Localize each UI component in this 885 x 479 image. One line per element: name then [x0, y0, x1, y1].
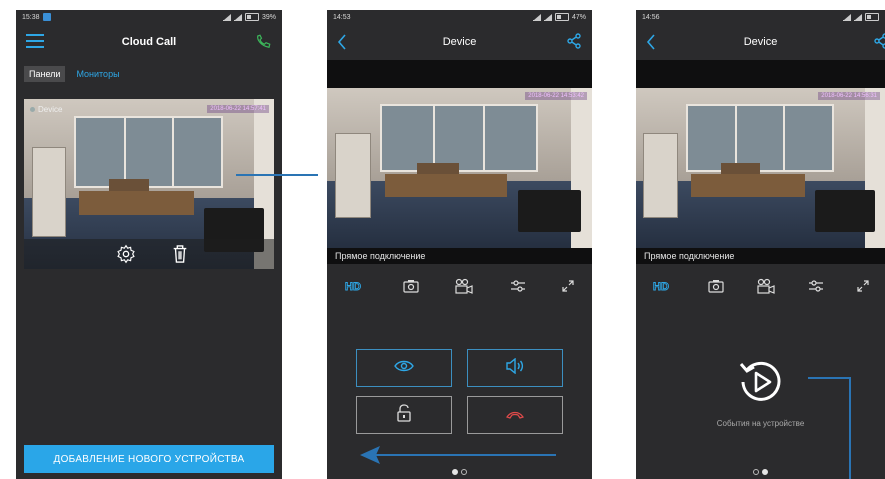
video-controls: HD	[636, 273, 885, 299]
device-card[interactable]: Device 2018-06-22 14:57:41	[24, 99, 274, 269]
device-name-label: Device	[30, 105, 62, 114]
app-header: Device	[327, 24, 592, 60]
device-events-section[interactable]: События на устройстве	[636, 356, 885, 428]
settings-slider-icon[interactable]	[808, 279, 824, 293]
battery-level: 47%	[571, 13, 586, 21]
unlock-button[interactable]	[356, 396, 452, 434]
phone-screen-device-events: 14:56 Device 2018-06-22 14:56:31 Прямое …	[636, 10, 885, 479]
card-action-bar	[24, 239, 274, 269]
page-indicator	[636, 469, 885, 475]
eye-icon	[394, 359, 414, 377]
status-time: 15:38	[22, 13, 40, 21]
svg-text:HD: HD	[653, 281, 669, 292]
page-dot-1[interactable]	[452, 469, 458, 475]
live-connection-label: Прямое подключение	[644, 251, 735, 261]
svg-text:HD: HD	[345, 281, 361, 292]
tab-monitors[interactable]: Мониторы	[71, 66, 124, 82]
fullscreen-icon[interactable]	[562, 280, 574, 292]
gear-icon[interactable]	[116, 244, 136, 269]
status-bar: 14:53 47%	[327, 10, 592, 24]
battery-icon	[865, 13, 879, 21]
cell-signal-icon	[233, 13, 242, 21]
video-top-band	[327, 60, 592, 88]
tab-panels[interactable]: Панели	[24, 66, 66, 82]
call-icon[interactable]	[254, 33, 272, 54]
page-dot-2[interactable]	[762, 469, 768, 475]
snapshot-icon[interactable]	[403, 279, 419, 293]
status-time: 14:53	[333, 13, 351, 21]
video-controls: HD	[327, 273, 592, 299]
video-timestamp: 2018-06-22 14:57:41	[207, 105, 269, 113]
menu-icon[interactable]	[26, 34, 44, 51]
hd-icon[interactable]: HD	[653, 280, 675, 292]
video-timestamp: 2018-06-22 14:53:42	[525, 92, 587, 100]
page-dot-2[interactable]	[461, 469, 467, 475]
trash-icon[interactable]	[171, 244, 189, 269]
live-video-image	[327, 88, 592, 248]
snapshot-icon[interactable]	[707, 279, 724, 293]
status-bar: 14:56	[636, 10, 885, 24]
page-title: Device	[743, 36, 778, 48]
share-icon[interactable]	[873, 33, 885, 52]
page-dot-1[interactable]	[753, 469, 759, 475]
cell-signal-icon	[854, 13, 862, 21]
view-tabs: Панели Мониторы	[16, 64, 282, 84]
page-indicator	[327, 469, 592, 475]
phone-screen-device-view: 14:53 47% Device 2018-06-22 14:53:42 Пря…	[327, 10, 592, 479]
battery-icon	[244, 13, 259, 21]
live-connection-label: Прямое подключение	[335, 251, 426, 261]
status-bar: 15:38 39%	[16, 10, 282, 24]
add-device-button[interactable]: ДОБАВЛЕНИЕ НОВОГО УСТРОЙСТВА	[24, 445, 274, 473]
end-call-icon	[506, 406, 524, 424]
unlock-icon	[397, 403, 411, 427]
phone-screen-device-list: 15:38 39% Cloud Call Панели Мониторы Dev…	[16, 10, 282, 479]
video-top-band	[636, 60, 885, 88]
app-header: Cloud Call	[16, 24, 282, 60]
fullscreen-icon[interactable]	[856, 280, 869, 292]
cell-signal-icon	[543, 13, 552, 21]
video-timestamp: 2018-06-22 14:56:31	[818, 92, 880, 100]
history-playback-icon[interactable]	[735, 361, 787, 412]
view-button[interactable]	[356, 349, 452, 387]
wifi-signal-icon	[532, 13, 541, 21]
status-dot-icon	[30, 107, 35, 112]
record-icon[interactable]	[455, 278, 474, 294]
wifi-signal-icon	[843, 13, 851, 21]
speaker-icon	[505, 357, 525, 379]
back-icon[interactable]	[646, 34, 656, 53]
record-icon[interactable]	[756, 278, 775, 294]
hd-icon[interactable]: HD	[345, 280, 367, 292]
battery-level: 39%	[261, 13, 276, 21]
battery-icon	[554, 13, 569, 21]
settings-slider-icon[interactable]	[510, 279, 526, 293]
speaker-button[interactable]	[467, 349, 563, 387]
app-notification-icon	[42, 13, 51, 21]
status-time: 14:56	[642, 13, 660, 21]
page-title: Device	[442, 36, 477, 48]
back-icon[interactable]	[337, 34, 347, 53]
device-events-label: События на устройстве	[716, 419, 805, 428]
share-icon[interactable]	[566, 33, 582, 52]
end-call-button[interactable]	[467, 396, 563, 434]
app-title: Cloud Call	[121, 36, 177, 48]
app-header: Device	[636, 24, 885, 60]
wifi-signal-icon	[222, 13, 231, 21]
live-video-image	[636, 88, 885, 248]
